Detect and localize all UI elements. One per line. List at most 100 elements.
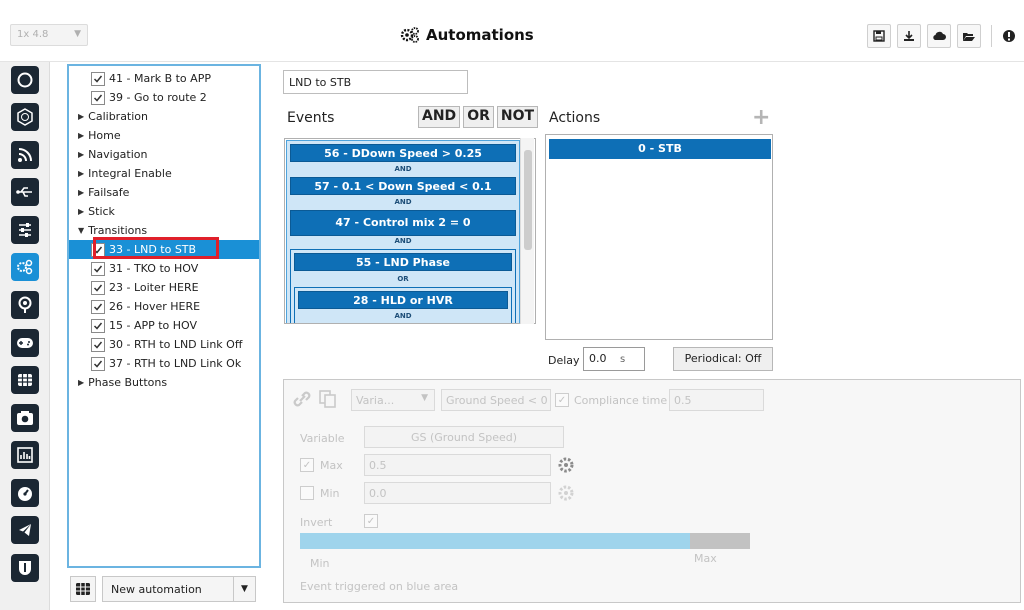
add-action-plus-icon[interactable]: + (752, 105, 770, 130)
tree-folder[interactable]: ▶ Navigation (69, 145, 259, 164)
triangle-right-icon[interactable]: ▶ (78, 150, 84, 159)
tree-item[interactable]: 39 - Go to route 2 (69, 88, 259, 107)
tree-item-label: Failsafe (88, 186, 130, 199)
min-checkbox[interactable] (300, 486, 314, 500)
flight-button[interactable] (11, 516, 39, 544)
download-button[interactable] (897, 24, 921, 48)
usb-button[interactable] (11, 178, 39, 206)
condition-summary-field[interactable]: Ground Speed < 0 (441, 389, 551, 411)
link-icon[interactable] (292, 390, 312, 408)
events-scrollbar[interactable] (520, 138, 534, 324)
gauge-button[interactable] (11, 479, 39, 507)
max-value-field[interactable]: 0.5 (364, 454, 551, 476)
action-chip[interactable]: 0 - STB (549, 139, 771, 159)
tree-item-checkbox[interactable] (91, 299, 105, 314)
location-button[interactable] (11, 291, 39, 319)
scroll-thumb[interactable] (524, 150, 532, 250)
triangle-right-icon[interactable]: ▶ (78, 131, 84, 140)
not-button[interactable]: NOT (496, 106, 539, 128)
compliance-checkbox[interactable]: ✓ (555, 393, 569, 407)
copy-icon[interactable] (318, 389, 338, 409)
event-chip[interactable]: 57 - 0.1 < Down Speed < 0.1 (290, 177, 516, 195)
min-value-field[interactable]: 0.0 (364, 482, 551, 504)
triangle-right-icon[interactable]: ▶ (78, 112, 84, 121)
event-chip[interactable]: 47 - Control mix 2 = 0 (290, 210, 516, 236)
event-operator: AND (394, 312, 412, 320)
events-group-root[interactable]: 56 - DDown Speed > 0.25 AND 57 - 0.1 < D… (286, 140, 520, 323)
tree-item[interactable]: 37 - RTH to LND Link Ok (69, 354, 259, 373)
range-min-label: Min (310, 557, 330, 570)
gear-icon[interactable] (557, 456, 575, 474)
automation-name-field[interactable]: LND to STB (283, 70, 468, 94)
settings-sliders-button[interactable] (11, 216, 39, 244)
tree-folder[interactable]: ▶ Home (69, 126, 259, 145)
charts-button[interactable] (11, 441, 39, 469)
tree-item-checkbox[interactable] (91, 356, 105, 371)
variable-select-button[interactable]: GS (Ground Speed) (364, 426, 564, 448)
tree-item[interactable]: 41 - Mark B to APP (69, 69, 259, 88)
save-button[interactable] (867, 24, 891, 48)
tree-item-checkbox[interactable] (91, 280, 105, 295)
automations-button[interactable] (11, 253, 39, 281)
tree-folder[interactable]: ▶ Phase Buttons (69, 373, 259, 392)
min-label: Min (320, 487, 340, 500)
tree-item-label: 41 - Mark B to APP (109, 72, 211, 85)
save-icon (873, 30, 885, 42)
event-chip[interactable]: 55 - LND Phase (294, 253, 512, 271)
variable-type-select[interactable]: Varia... ▼ (351, 389, 435, 411)
triangle-right-icon[interactable]: ▶ (78, 169, 84, 178)
tree-item-checkbox[interactable] (91, 318, 105, 333)
new-automation-button[interactable]: New automation ▼ (102, 576, 256, 602)
grid-icon (18, 374, 32, 386)
target-button[interactable] (11, 103, 39, 131)
tree-item[interactable]: 23 - Loiter HERE (69, 278, 259, 297)
tree-item-label: 30 - RTH to LND Link Off (109, 338, 243, 351)
telemetry-button[interactable] (11, 141, 39, 169)
delay-label: Delay (548, 354, 580, 367)
grid-button[interactable] (11, 366, 39, 394)
triangle-right-icon[interactable]: ▶ (78, 207, 84, 216)
grid-view-button[interactable] (70, 576, 96, 602)
sliders-icon (19, 223, 31, 237)
delay-field[interactable]: 0.0 (583, 347, 645, 371)
tree-item[interactable]: 15 - APP to HOV (69, 316, 259, 335)
triangle-right-icon[interactable]: ▶ (78, 188, 84, 197)
gear-icon[interactable] (557, 484, 575, 502)
compliance-time-field[interactable]: 0.5 (669, 389, 764, 411)
or-button[interactable]: OR (463, 106, 494, 128)
tree-item-checkbox[interactable] (91, 261, 105, 276)
max-checkbox[interactable]: ✓ (300, 458, 314, 472)
chevron-down-icon[interactable]: ▼ (233, 577, 255, 601)
tree-folder[interactable]: ▶ Failsafe (69, 183, 259, 202)
gamepad-button[interactable] (11, 329, 39, 357)
event-or-group[interactable]: 55 - LND Phase OR 28 - HLD or HVR AND (290, 249, 516, 323)
tree-item-checkbox[interactable] (91, 90, 105, 105)
tree-item[interactable]: 26 - Hover HERE (69, 297, 259, 316)
tree-item-label: 23 - Loiter HERE (109, 281, 199, 294)
gears-icon (17, 259, 33, 275)
event-chip[interactable]: 28 - HLD or HVR (298, 291, 508, 309)
tree-folder[interactable]: ▶ Stick (69, 202, 259, 221)
tree-item[interactable]: 31 - TKO to HOV (69, 259, 259, 278)
version-value: 1x 4.8 (17, 29, 49, 40)
triangle-down-icon[interactable]: ▼ (78, 226, 84, 235)
periodical-toggle-button[interactable]: Periodical: Off (673, 347, 773, 371)
triangle-right-icon[interactable]: ▶ (78, 378, 84, 387)
event-chip[interactable]: 56 - DDown Speed > 0.25 (290, 144, 516, 162)
tree-item-checkbox[interactable] (91, 71, 105, 86)
tree-folder[interactable]: ▶ Calibration (69, 107, 259, 126)
and-button[interactable]: AND (418, 106, 461, 128)
power-button[interactable] (11, 66, 39, 94)
tree-item-checkbox[interactable] (91, 337, 105, 352)
version-select[interactable]: 1x 4.8 ▼ (10, 24, 88, 46)
tree-item[interactable]: 30 - RTH to LND Link Off (69, 335, 259, 354)
open-folder-button[interactable] (957, 24, 981, 48)
cloud-button[interactable] (927, 24, 951, 48)
info-button[interactable] (1002, 24, 1016, 48)
range-bar-active (300, 533, 690, 549)
security-button[interactable] (11, 554, 39, 582)
event-and-group[interactable]: 28 - HLD or HVR AND (294, 287, 512, 323)
tree-folder[interactable]: ▶ Integral Enable (69, 164, 259, 183)
camera-button[interactable] (11, 404, 39, 432)
invert-checkbox[interactable]: ✓ (364, 514, 378, 528)
